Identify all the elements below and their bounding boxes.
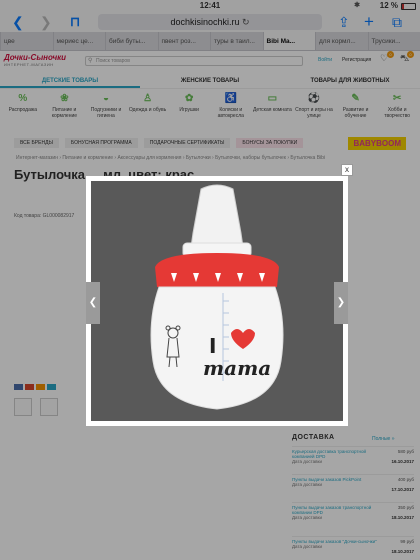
close-button[interactable]: x: [341, 164, 353, 176]
bottle-text-i: I: [209, 334, 216, 358]
next-image-button[interactable]: ❯: [334, 282, 348, 324]
bottle-text-mama: mama: [203, 356, 271, 380]
product-image: I mama: [91, 181, 343, 421]
image-lightbox: I mama: [86, 176, 348, 426]
prev-image-button[interactable]: ❮: [86, 282, 100, 324]
baby-bottle-image: I mama: [150, 184, 284, 410]
